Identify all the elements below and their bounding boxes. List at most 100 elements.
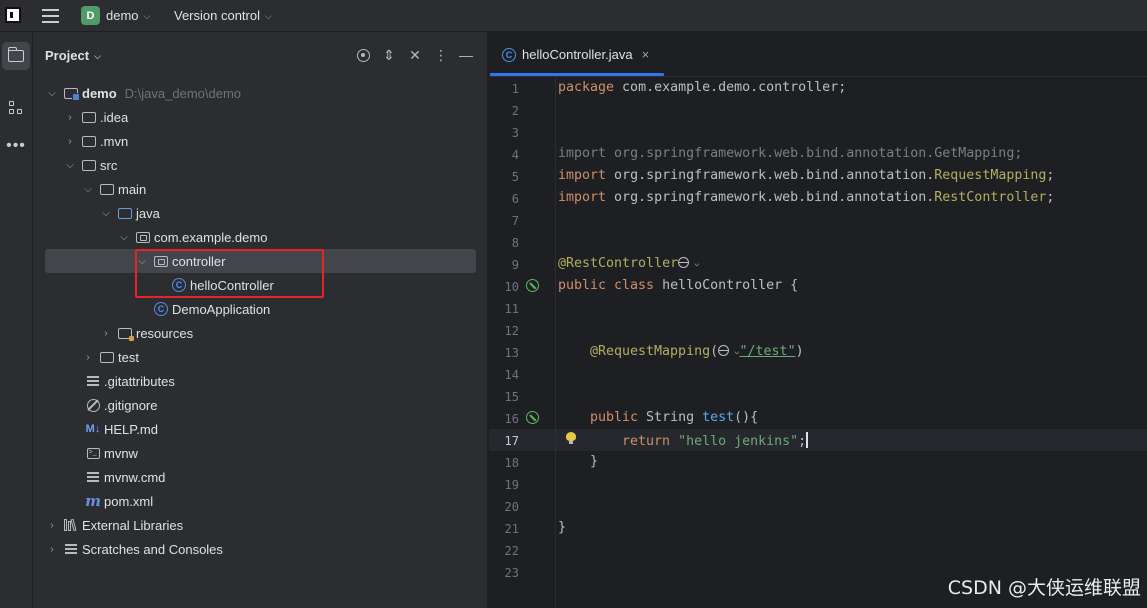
line-number: 14: [504, 368, 519, 382]
line-number: 16: [504, 412, 519, 426]
tree-item-mvnw[interactable]: >_ mvnw: [45, 441, 476, 465]
expand-all-icon[interactable]: ⇕: [380, 46, 398, 64]
tree-item-src[interactable]: ⌵ src: [45, 153, 476, 177]
line-number: 2: [511, 104, 519, 118]
tree-item-label: src: [100, 157, 118, 173]
text-file-icon: [85, 374, 101, 388]
code-line-10[interactable]: public class helloController {: [558, 278, 798, 293]
tree-item-package[interactable]: ⌵ com.example.demo: [45, 225, 476, 249]
tree-item-mvn[interactable]: › .mvn: [45, 129, 476, 153]
line-number: 12: [504, 324, 519, 338]
globe-icon[interactable]: [678, 257, 690, 268]
maven-icon: m: [85, 492, 101, 510]
code-line-5[interactable]: import org.springframework.web.bind.anno…: [558, 168, 1054, 183]
spring-boot-class-icon: C: [153, 302, 169, 316]
project-tool-button[interactable]: [2, 42, 30, 70]
more-tools-button[interactable]: •••: [2, 132, 30, 160]
line-number: 19: [504, 478, 519, 492]
folder-icon: [81, 110, 97, 124]
line-number: 6: [511, 192, 519, 206]
folder-icon: [99, 350, 115, 364]
active-tab-indicator: [490, 73, 664, 76]
line-number: 21: [504, 522, 519, 536]
line-number: 18: [504, 456, 519, 470]
code-line-16[interactable]: public String test(){: [590, 410, 758, 425]
tree-item-java[interactable]: ⌵ java: [45, 201, 476, 225]
package-icon: [135, 230, 151, 244]
ignore-file-icon: [85, 398, 101, 412]
close-icon[interactable]: ×: [642, 47, 650, 62]
tab-label: helloController.java: [522, 47, 633, 62]
chevron-down-icon[interactable]: ⌵: [694, 259, 699, 269]
tree-item-label: .gitignore: [104, 397, 158, 413]
select-opened-file-icon[interactable]: [354, 46, 372, 64]
line-number: 7: [511, 214, 519, 228]
tree-item-label: mvnw: [104, 445, 138, 461]
chevron-down-icon[interactable]: ⌵: [734, 347, 739, 357]
tree-item-label: resources: [136, 325, 194, 341]
tree-item-resources[interactable]: › resources: [45, 321, 476, 345]
project-view-selector[interactable]: Project ⌵: [45, 48, 101, 63]
project-switcher[interactable]: demo ⌵: [106, 8, 150, 23]
hide-panel-icon[interactable]: —: [457, 46, 475, 64]
tree-item-demoapplication[interactable]: C DemoApplication: [45, 297, 476, 321]
code-line-6[interactable]: import org.springframework.web.bind.anno…: [558, 190, 1054, 205]
project-path: D:\java_demo\demo: [124, 85, 242, 101]
scratches-icon: [63, 542, 79, 556]
tree-item-controller[interactable]: ⌵ controller: [45, 249, 476, 273]
code-line-21[interactable]: }: [558, 520, 566, 535]
chevron-right-icon: ›: [50, 543, 54, 555]
options-icon[interactable]: ⋮: [432, 46, 450, 64]
tree-item-label: com.example.demo: [154, 229, 268, 245]
line-number: 10: [504, 280, 519, 294]
version-control-menu[interactable]: Version control ⌵: [174, 8, 272, 23]
chevron-right-icon: ›: [68, 135, 72, 147]
tree-item-demo[interactable]: ⌵ demo D:\java_demo\demo: [45, 81, 476, 105]
line-number: 9: [511, 258, 519, 272]
structure-tool-button[interactable]: [2, 94, 30, 122]
watermark: CSDN @大侠运维联盟: [947, 577, 1141, 599]
tab-hellocontroller[interactable]: C helloController.java ×: [489, 32, 665, 77]
project-badge[interactable]: D: [81, 6, 100, 25]
tree-item-gitattributes[interactable]: .gitattributes: [45, 369, 476, 393]
module-folder-icon: [63, 86, 80, 101]
chevron-down-icon: ⌵: [94, 51, 101, 61]
globe-icon[interactable]: [718, 345, 730, 356]
gutter-divider: [555, 77, 556, 608]
line-number: 5: [511, 170, 519, 184]
run-gutter-icon[interactable]: [526, 279, 539, 292]
code-line-17[interactable]: return "hello jenkins";: [622, 432, 808, 449]
folder-icon: [99, 182, 115, 196]
chevron-down-icon: ⌵: [84, 183, 92, 195]
tree-item-mvnw-cmd[interactable]: mvnw.cmd: [45, 465, 476, 489]
code-line-18[interactable]: }: [590, 454, 598, 469]
app-logo-icon: [5, 7, 21, 23]
tree-item-help-md[interactable]: M↓ HELP.md: [45, 417, 476, 441]
line-number: 11: [504, 302, 519, 316]
tree-item-main[interactable]: ⌵ main: [45, 177, 476, 201]
tree-item-idea[interactable]: › .idea: [45, 105, 476, 129]
code-line-1[interactable]: package com.example.demo.controller;: [558, 80, 846, 95]
main-menu-icon[interactable]: [42, 9, 59, 23]
tree-item-hellocontroller[interactable]: C helloController: [45, 273, 476, 297]
code-line-9[interactable]: @RestController ⌵: [558, 256, 700, 271]
version-control-label: Version control: [174, 8, 260, 23]
code-line-4[interactable]: import org.springframework.web.bind.anno…: [558, 146, 1022, 161]
editor-tabs: C helloController.java ×: [489, 32, 1147, 77]
tree-item-label: demo: [82, 85, 117, 101]
tree-item-label: main: [118, 181, 147, 197]
class-icon: C: [502, 47, 516, 62]
tree-item-pom-xml[interactable]: m pom.xml: [45, 489, 476, 513]
collapse-all-icon[interactable]: ✕: [406, 46, 424, 64]
chevron-down-icon: ⌵: [138, 255, 146, 267]
line-number: 8: [511, 236, 519, 250]
code-line-13[interactable]: @RequestMapping(⌵"/test"): [590, 344, 804, 359]
run-gutter-icon[interactable]: [526, 411, 539, 424]
tree-item-scratches[interactable]: › Scratches and Consoles: [45, 537, 476, 561]
tree-item-external-libraries[interactable]: › External Libraries: [45, 513, 476, 537]
project-panel: Project ⌵ ⇕ ✕ ⋮ — ⌵ demo D:\java_demo\dem…: [33, 32, 488, 608]
lightbulb-icon[interactable]: [566, 432, 576, 444]
line-number: 15: [504, 390, 519, 404]
tree-item-gitignore[interactable]: .gitignore: [45, 393, 476, 417]
tree-item-test[interactable]: › test: [45, 345, 476, 369]
